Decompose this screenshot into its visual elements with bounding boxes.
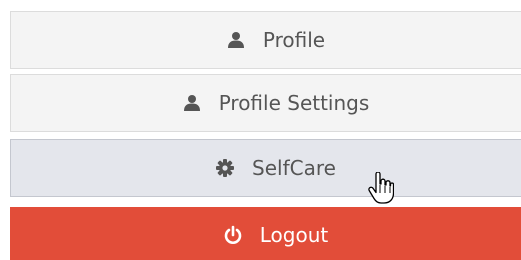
logout-label: Logout xyxy=(259,223,329,247)
profile-settings-menu-item[interactable]: Profile Settings xyxy=(10,74,521,132)
selfcare-menu-item[interactable]: SelfCare xyxy=(10,139,521,197)
power-icon xyxy=(222,224,244,246)
user-icon xyxy=(225,29,247,51)
logout-menu-item[interactable]: Logout xyxy=(10,207,521,260)
profile-label: Profile xyxy=(262,28,326,52)
gear-icon xyxy=(214,157,236,179)
user-icon xyxy=(181,92,203,114)
selfcare-label: SelfCare xyxy=(252,156,336,180)
user-dropdown-menu: Profile Profile Settings SelfCare Logout xyxy=(0,0,521,260)
profile-menu-item[interactable]: Profile xyxy=(10,11,521,69)
profile-settings-label: Profile Settings xyxy=(218,91,370,115)
